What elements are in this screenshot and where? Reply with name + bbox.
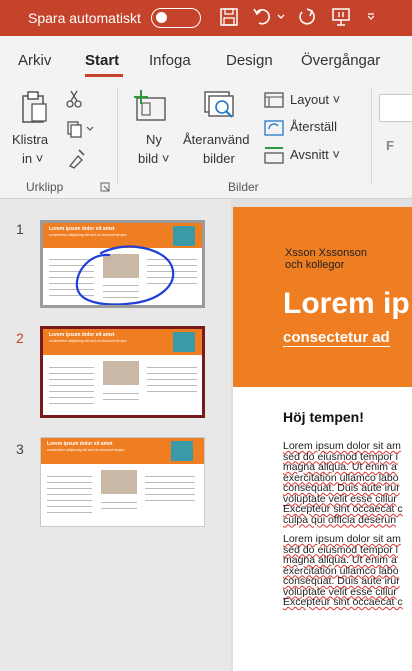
paste-button-line2[interactable]: in ˅	[22, 151, 43, 166]
new-slide-button-line2[interactable]: bild ˅	[138, 151, 169, 166]
new-slide-button-line1[interactable]: Ny	[146, 132, 162, 147]
reset-icon[interactable]	[264, 118, 284, 136]
tab-design[interactable]: Design	[226, 52, 273, 69]
body-paragraph-2[interactable]: Lorem ipsum dolor sit am sed do eiusmod t…	[283, 534, 412, 608]
font-name-box[interactable]	[379, 94, 412, 122]
slide-heading[interactable]: Höj tempen!	[283, 409, 364, 425]
section-icon[interactable]	[264, 146, 284, 164]
thumb-photo	[101, 470, 137, 494]
layout-button[interactable]: Layout ˅	[290, 92, 340, 107]
dialog-launcher-icon[interactable]	[100, 182, 110, 192]
thumb-subtitle: consectetur adipiscing elit sed do eiusm…	[49, 339, 127, 343]
redo-icon[interactable]	[296, 6, 318, 28]
thumb-photo	[103, 361, 139, 385]
customize-toolbar-icon[interactable]	[366, 12, 376, 22]
chevron-down-icon[interactable]	[276, 12, 286, 22]
body-paragraph-1[interactable]: Lorem ipsum dolor sit am sed do eiusmod t…	[283, 441, 412, 525]
ink-drawing	[75, 245, 175, 305]
section-button[interactable]: Avsnitt ˅	[290, 147, 340, 162]
current-slide[interactable]: Xsson Xssonson och kollegor Lorem ip con…	[233, 207, 412, 671]
slide-number: 2	[16, 330, 24, 346]
ribbon: Klistra in ˅ Ny bild ˅ Återanvänd bilder…	[0, 80, 412, 199]
title-bar: Spara automatiskt	[0, 0, 412, 36]
autosave-toggle[interactable]	[151, 8, 201, 28]
slide-thumbnails-pane: 1 2 3 Lorem ipsum dolor sit amet consect…	[0, 199, 231, 671]
undo-icon[interactable]	[252, 6, 274, 28]
slide-number: 3	[16, 441, 24, 457]
slide-thumbnail-3[interactable]: Lorem ipsum dolor sit amet consectetur a…	[40, 437, 205, 527]
tab-overgangar[interactable]: Övergångar	[301, 52, 380, 69]
copy-icon[interactable]	[66, 120, 94, 138]
slide-thumbnail-2[interactable]: Lorem ipsum dolor sit amet consectetur a…	[40, 326, 205, 418]
font-letter[interactable]: F	[386, 138, 394, 153]
slide-number: 1	[16, 221, 24, 237]
thumb-title: Lorem ipsum dolor sit amet	[47, 441, 113, 447]
save-icon[interactable]	[219, 6, 239, 28]
reuse-slides-button-line1[interactable]: Återanvänd	[183, 132, 250, 147]
format-painter-icon[interactable]	[66, 148, 86, 170]
group-separator	[117, 88, 118, 184]
new-slide-icon[interactable]	[133, 90, 169, 124]
thumb-logo	[171, 441, 193, 461]
layout-icon[interactable]	[264, 92, 284, 108]
author-text[interactable]: Xsson Xssonson och kollegor	[285, 247, 367, 271]
tab-infoga[interactable]: Infoga	[149, 52, 191, 69]
reuse-slides-icon[interactable]	[203, 90, 239, 124]
group-label-slides: Bilder	[228, 180, 259, 194]
slide-subtitle[interactable]: consectetur ad	[283, 329, 390, 347]
tab-arkiv[interactable]: Arkiv	[18, 52, 51, 69]
thumb-logo	[173, 332, 195, 352]
thumb-title: Lorem ipsum dolor sit amet	[49, 332, 115, 338]
group-separator	[371, 88, 372, 184]
group-label-clipboard: Urklipp	[26, 180, 64, 194]
autosave-label: Spara automatiskt	[28, 10, 141, 26]
ribbon-tabs: Arkiv Start Infoga Design Övergångar	[0, 36, 412, 80]
reset-button[interactable]: Återställ	[290, 119, 337, 134]
thumb-subtitle: consectetur adipiscing elit sed do eiusm…	[47, 448, 125, 452]
slide-thumbnail-1[interactable]: Lorem ipsum dolor sit amet consectetur a…	[40, 220, 205, 308]
active-tab-indicator	[85, 74, 123, 77]
toggle-knob	[156, 12, 167, 23]
reuse-slides-button-line2[interactable]: bilder	[203, 151, 235, 166]
cut-icon[interactable]	[66, 90, 82, 108]
slide-title[interactable]: Lorem ip	[283, 287, 410, 321]
paste-button-line1[interactable]: Klistra	[12, 132, 48, 147]
present-from-beginning-icon[interactable]	[330, 6, 352, 28]
clipboard-icon[interactable]	[20, 90, 50, 124]
tab-start[interactable]: Start	[85, 52, 119, 69]
